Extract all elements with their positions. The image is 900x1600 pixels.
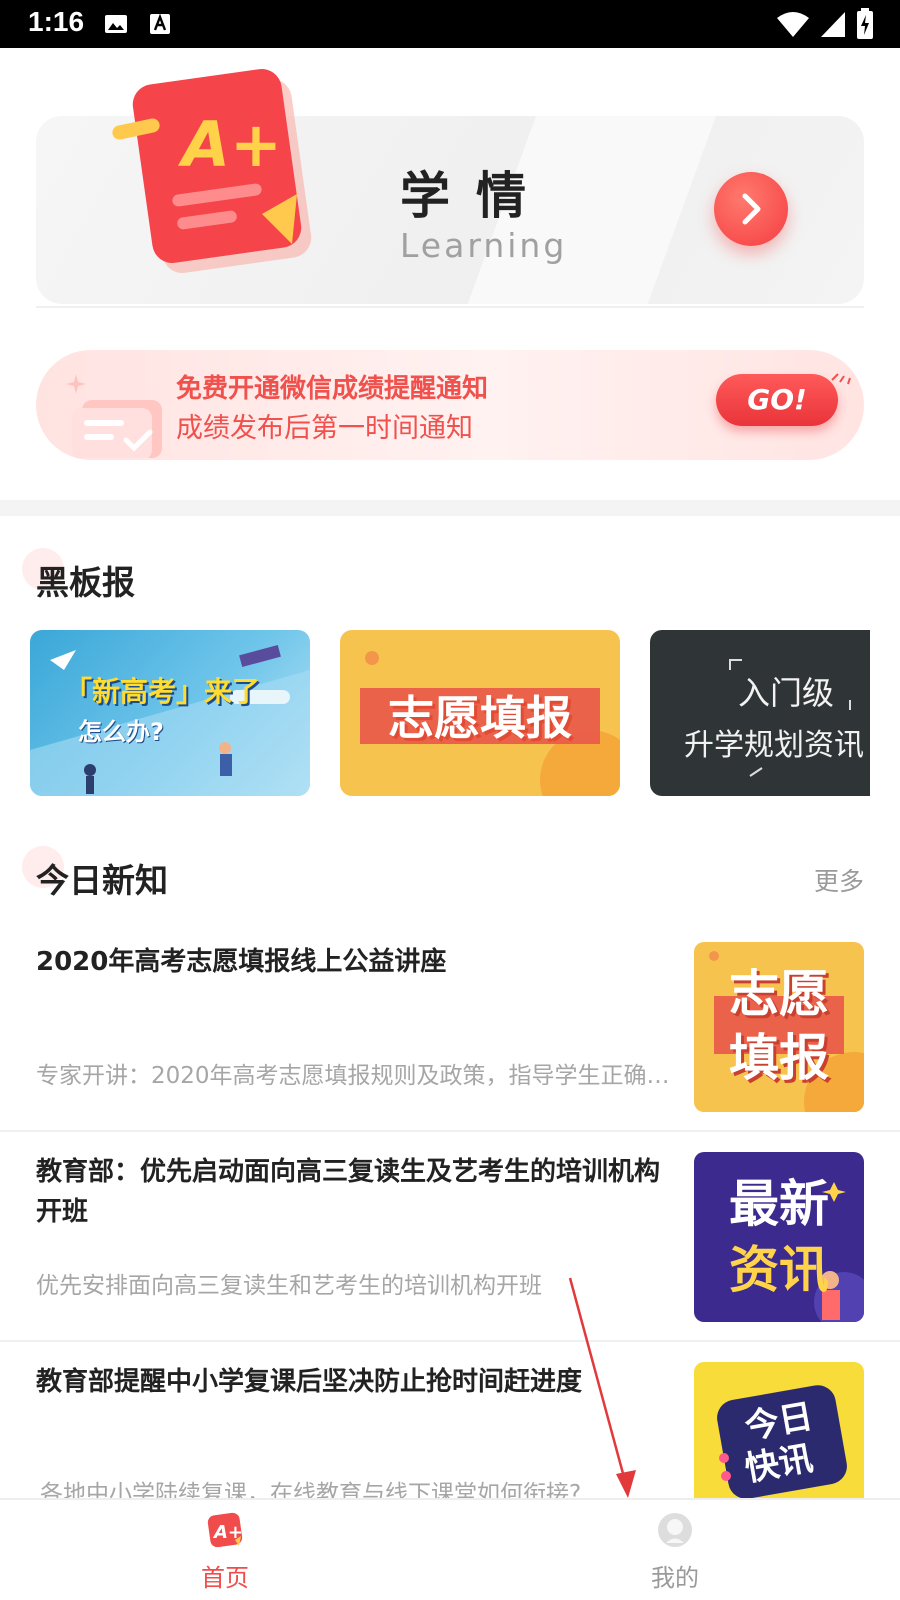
news-thumbnail: 最新 资讯 — [694, 1152, 864, 1322]
learning-subtitle: Learning — [400, 226, 568, 265]
learning-title: 学情 — [400, 167, 552, 225]
blackboard-card-volunteer[interactable]: 志愿填报 — [340, 630, 620, 796]
banner-title: 免费开通微信成绩提醒通知 — [176, 374, 489, 404]
section-separator — [0, 500, 900, 516]
news-description: 优先安排面向高三复读生和艺考生的培训机构开班 — [36, 1273, 542, 1299]
card1-line2: 怎么办? — [78, 718, 164, 746]
tab-home[interactable]: A+ 首页 — [165, 1510, 285, 1593]
status-time: 1:16 — [28, 6, 85, 37]
divider — [36, 306, 864, 308]
font-notification-icon — [150, 13, 170, 34]
card1-line1: 「新高考」来了 — [64, 675, 261, 708]
tab-home-label: 首页 — [201, 1564, 249, 1592]
card2-line1: 志愿填报 — [388, 691, 572, 745]
news-title: 教育部：优先启动面向高三复读生及艺考生的培训机构开班 — [36, 1157, 661, 1227]
home-grade-icon: A+ — [207, 1512, 243, 1548]
sparkle-rays-icon — [831, 373, 851, 385]
card3-line2: 升学规划资讯 — [684, 728, 864, 763]
thumbnail-line1: 最新 — [729, 1175, 829, 1233]
news-thumbnail: 今日 快讯 — [694, 1362, 864, 1498]
bottom-navigation: A+ 首页 我的 — [0, 1498, 900, 1600]
blackboard-card-planning[interactable]: 入门级 升学规划资讯 — [650, 630, 870, 796]
news-title: 2020年高考志愿填报线上公益讲座 — [36, 947, 447, 977]
more-link[interactable]: 更多 — [814, 862, 864, 898]
today-title: 今日新知 — [36, 861, 168, 900]
thumbnail-line2: 填报 — [729, 1029, 829, 1087]
divider — [0, 1130, 900, 1132]
blackboard-title: 黑板报 — [36, 563, 135, 602]
tab-mine-label: 我的 — [651, 1564, 699, 1592]
a-plus-text: A+ — [177, 108, 282, 181]
card3-line1: 入门级 — [738, 674, 835, 712]
learning-arrow-button[interactable] — [714, 172, 788, 246]
grade-book-icon: A+ — [112, 69, 312, 273]
divider — [0, 1340, 900, 1342]
battery-charging-icon — [857, 8, 873, 39]
wechat-notify-banner[interactable]: 免费开通微信成绩提醒通知 成绩发布后第一时间通知 GO! — [36, 350, 864, 460]
thumbnail-line1: 志愿 — [729, 965, 829, 1023]
new-gaokao-illustration-icon — [30, 645, 310, 796]
banner-subtitle: 成绩发布后第一时间通知 — [176, 413, 473, 444]
blackboard-card-new-gaokao[interactable]: 「新高考」来了 怎么办? — [30, 630, 310, 796]
status-bar: 1:16 — [0, 0, 900, 48]
wifi-icon — [777, 12, 809, 37]
news-description: 专家开讲：2020年高考志愿填报规则及政策，指导学生正确填报志愿 — [36, 1063, 676, 1089]
news-thumbnail: 志愿 填报 — [694, 942, 864, 1112]
home-icon-text: A+ — [212, 1522, 243, 1543]
tab-mine[interactable]: 我的 — [615, 1510, 735, 1593]
profile-icon — [658, 1513, 692, 1547]
image-notification-icon — [105, 15, 127, 33]
cellular-signal-icon — [821, 12, 845, 37]
chevron-right-icon — [742, 193, 761, 225]
message-check-icon — [66, 374, 162, 458]
go-button[interactable]: GO! — [716, 374, 838, 426]
thumbnail-line2: 资讯 — [729, 1241, 829, 1299]
news-title: 教育部提醒中小学复课后坚决防止抢时间赶进度 — [36, 1367, 583, 1397]
